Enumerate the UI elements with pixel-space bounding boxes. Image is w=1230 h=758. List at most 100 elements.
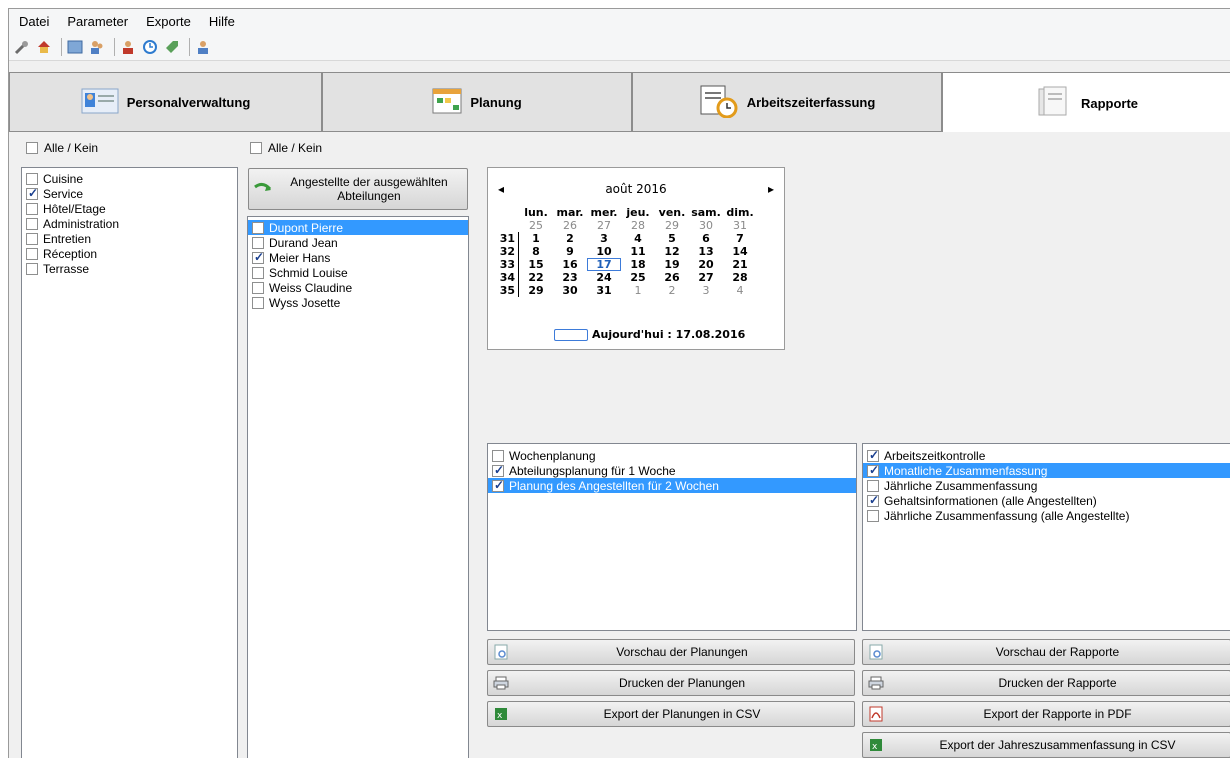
employee-item-checkbox[interactable] bbox=[252, 221, 264, 234]
calendar-day[interactable]: 16 bbox=[553, 258, 587, 271]
calendar-prev-button[interactable]: ◂ bbox=[498, 182, 504, 196]
planning-report-item[interactable]: Planung des Angestellten für 2 Wochen bbox=[488, 478, 856, 493]
user-settings-icon[interactable] bbox=[194, 38, 212, 56]
calendar-day[interactable]: 22 bbox=[519, 271, 553, 284]
employee-item[interactable]: Weiss Claudine bbox=[248, 280, 468, 295]
calendar-day[interactable]: 14 bbox=[723, 245, 757, 258]
departments-all-toggle[interactable]: Alle / Kein bbox=[26, 141, 98, 155]
time-report-item-checkbox[interactable] bbox=[867, 493, 879, 507]
department-item[interactable]: Cuisine bbox=[22, 171, 237, 186]
department-item-checkbox[interactable] bbox=[26, 232, 38, 245]
calendar-day[interactable]: 2 bbox=[655, 284, 689, 297]
departments-list[interactable]: CuisineServiceHôtel/EtageAdministrationE… bbox=[21, 167, 238, 758]
department-item-checkbox[interactable] bbox=[26, 186, 38, 200]
time-report-item-checkbox[interactable] bbox=[867, 479, 879, 492]
tab-rapporte[interactable]: Rapporte bbox=[942, 72, 1230, 134]
export-reports-pdf-button[interactable]: Export der Rapporte in PDF bbox=[862, 701, 1230, 727]
employee-item-checkbox[interactable] bbox=[252, 281, 264, 294]
tab-arbeitszeiterfassung[interactable]: Arbeitszeiterfassung bbox=[632, 72, 942, 132]
calendar-day[interactable]: 13 bbox=[689, 245, 723, 258]
department-item[interactable]: Entretien bbox=[22, 231, 237, 246]
load-employees-button[interactable]: Angestellte der ausgewählten Abteilungen bbox=[248, 168, 468, 210]
employee-item-checkbox[interactable] bbox=[252, 236, 264, 249]
department-item-checkbox[interactable] bbox=[26, 202, 38, 215]
calendar-day[interactable]: 3 bbox=[587, 232, 621, 245]
menu-parameter[interactable]: Parameter bbox=[67, 14, 128, 29]
planning-reports-list[interactable]: WochenplanungAbteilungsplanung für 1 Woc… bbox=[487, 443, 857, 631]
department-item-checkbox[interactable] bbox=[26, 262, 38, 275]
calendar-day[interactable]: 20 bbox=[689, 258, 723, 271]
calendar-day[interactable]: 26 bbox=[553, 219, 587, 232]
planning-report-item-checkbox[interactable] bbox=[492, 463, 504, 477]
menu-hilfe[interactable]: Hilfe bbox=[209, 14, 235, 29]
calendar-day[interactable]: 27 bbox=[689, 271, 723, 284]
calendar-day[interactable]: 9 bbox=[553, 245, 587, 258]
tag-icon[interactable] bbox=[163, 38, 181, 56]
calendar-day[interactable]: 11 bbox=[621, 245, 655, 258]
tab-planung[interactable]: Planung bbox=[322, 72, 632, 132]
calendar-day[interactable]: 6 bbox=[689, 232, 723, 245]
employees-list[interactable]: Dupont PierreDurand JeanMeier HansSchmid… bbox=[247, 216, 469, 758]
employee-item[interactable]: Meier Hans bbox=[248, 250, 468, 265]
calendar-day[interactable]: 23 bbox=[553, 271, 587, 284]
preview-planning-button[interactable]: Vorschau der Planungen bbox=[487, 639, 855, 665]
calendar-day[interactable]: 18 bbox=[621, 258, 655, 271]
time-report-item[interactable]: Monatliche Zusammenfassung bbox=[863, 463, 1230, 478]
calendar-day[interactable]: 2 bbox=[553, 232, 587, 245]
time-report-item[interactable]: Arbeitszeitkontrolle bbox=[863, 448, 1230, 463]
employee-item[interactable]: Schmid Louise bbox=[248, 265, 468, 280]
menu-datei[interactable]: Datei bbox=[19, 14, 49, 29]
calendar-day[interactable]: 19 bbox=[655, 258, 689, 271]
calendar-day[interactable]: 29 bbox=[655, 219, 689, 232]
calendar-day[interactable]: 4 bbox=[621, 232, 655, 245]
calendar-day[interactable]: 7 bbox=[723, 232, 757, 245]
planning-report-item[interactable]: Wochenplanung bbox=[488, 448, 856, 463]
time-reports-list[interactable]: ArbeitszeitkontrolleMonatliche Zusammenf… bbox=[862, 443, 1230, 631]
planning-report-item[interactable]: Abteilungsplanung für 1 Woche bbox=[488, 463, 856, 478]
calendar-day[interactable]: 25 bbox=[519, 219, 553, 232]
calendar-day[interactable]: 31 bbox=[587, 284, 621, 297]
department-item[interactable]: Hôtel/Etage bbox=[22, 201, 237, 216]
export-annual-csv-button[interactable]: x Export der Jahreszusammenfassung in CS… bbox=[862, 732, 1230, 758]
tab-personalverwaltung[interactable]: Personalverwaltung bbox=[9, 72, 322, 132]
home-icon[interactable] bbox=[35, 38, 53, 56]
employee-item[interactable]: Durand Jean bbox=[248, 235, 468, 250]
department-item-checkbox[interactable] bbox=[26, 217, 38, 230]
calendar-day[interactable]: 21 bbox=[723, 258, 757, 271]
calendar-day[interactable]: 27 bbox=[587, 219, 621, 232]
calendar-day[interactable]: 31 bbox=[723, 219, 757, 232]
time-report-item-checkbox[interactable] bbox=[867, 509, 879, 522]
department-item[interactable]: Service bbox=[22, 186, 237, 201]
planning-report-item-checkbox[interactable] bbox=[492, 449, 504, 462]
calendar-today[interactable]: Aujourd'hui : 17.08.2016 bbox=[554, 328, 745, 341]
calendar-day-today[interactable]: 17 bbox=[587, 258, 621, 271]
calendar-next-button[interactable]: ▸ bbox=[768, 182, 774, 196]
calendar-day[interactable]: 29 bbox=[519, 284, 553, 297]
employee-item[interactable]: Dupont Pierre bbox=[248, 220, 468, 235]
calendar-day[interactable]: 26 bbox=[655, 271, 689, 284]
person-icon[interactable] bbox=[119, 38, 137, 56]
calendar-day[interactable]: 3 bbox=[689, 284, 723, 297]
department-item[interactable]: Administration bbox=[22, 216, 237, 231]
month-calendar[interactable]: ◂ août 2016 ▸ lun. mar. mer. jeu. ven. sam. di… bbox=[487, 167, 785, 350]
time-report-item-checkbox[interactable] bbox=[867, 448, 879, 462]
calendar-day[interactable]: 30 bbox=[553, 284, 587, 297]
calendar-day[interactable]: 15 bbox=[519, 258, 553, 271]
time-report-item[interactable]: Jährliche Zusammenfassung bbox=[863, 478, 1230, 493]
time-report-item[interactable]: Gehaltsinformationen (alle Angestellten) bbox=[863, 493, 1230, 508]
clock-icon[interactable] bbox=[141, 38, 159, 56]
calendar-day[interactable]: 4 bbox=[723, 284, 757, 297]
preview-reports-button[interactable]: Vorschau der Rapporte bbox=[862, 639, 1230, 665]
department-item-checkbox[interactable] bbox=[26, 247, 38, 260]
calendar-day[interactable]: 25 bbox=[621, 271, 655, 284]
table-icon[interactable] bbox=[66, 38, 84, 56]
calendar-day[interactable]: 5 bbox=[655, 232, 689, 245]
employee-item[interactable]: Wyss Josette bbox=[248, 295, 468, 310]
department-item[interactable]: Terrasse bbox=[22, 261, 237, 276]
print-planning-button[interactable]: Drucken der Planungen bbox=[487, 670, 855, 696]
export-planning-csv-button[interactable]: x Export der Planungen in CSV bbox=[487, 701, 855, 727]
calendar-day[interactable]: 10 bbox=[587, 245, 621, 258]
departments-all-checkbox[interactable] bbox=[26, 142, 38, 154]
employee-item-checkbox[interactable] bbox=[252, 296, 264, 309]
time-report-item-checkbox[interactable] bbox=[867, 463, 879, 477]
